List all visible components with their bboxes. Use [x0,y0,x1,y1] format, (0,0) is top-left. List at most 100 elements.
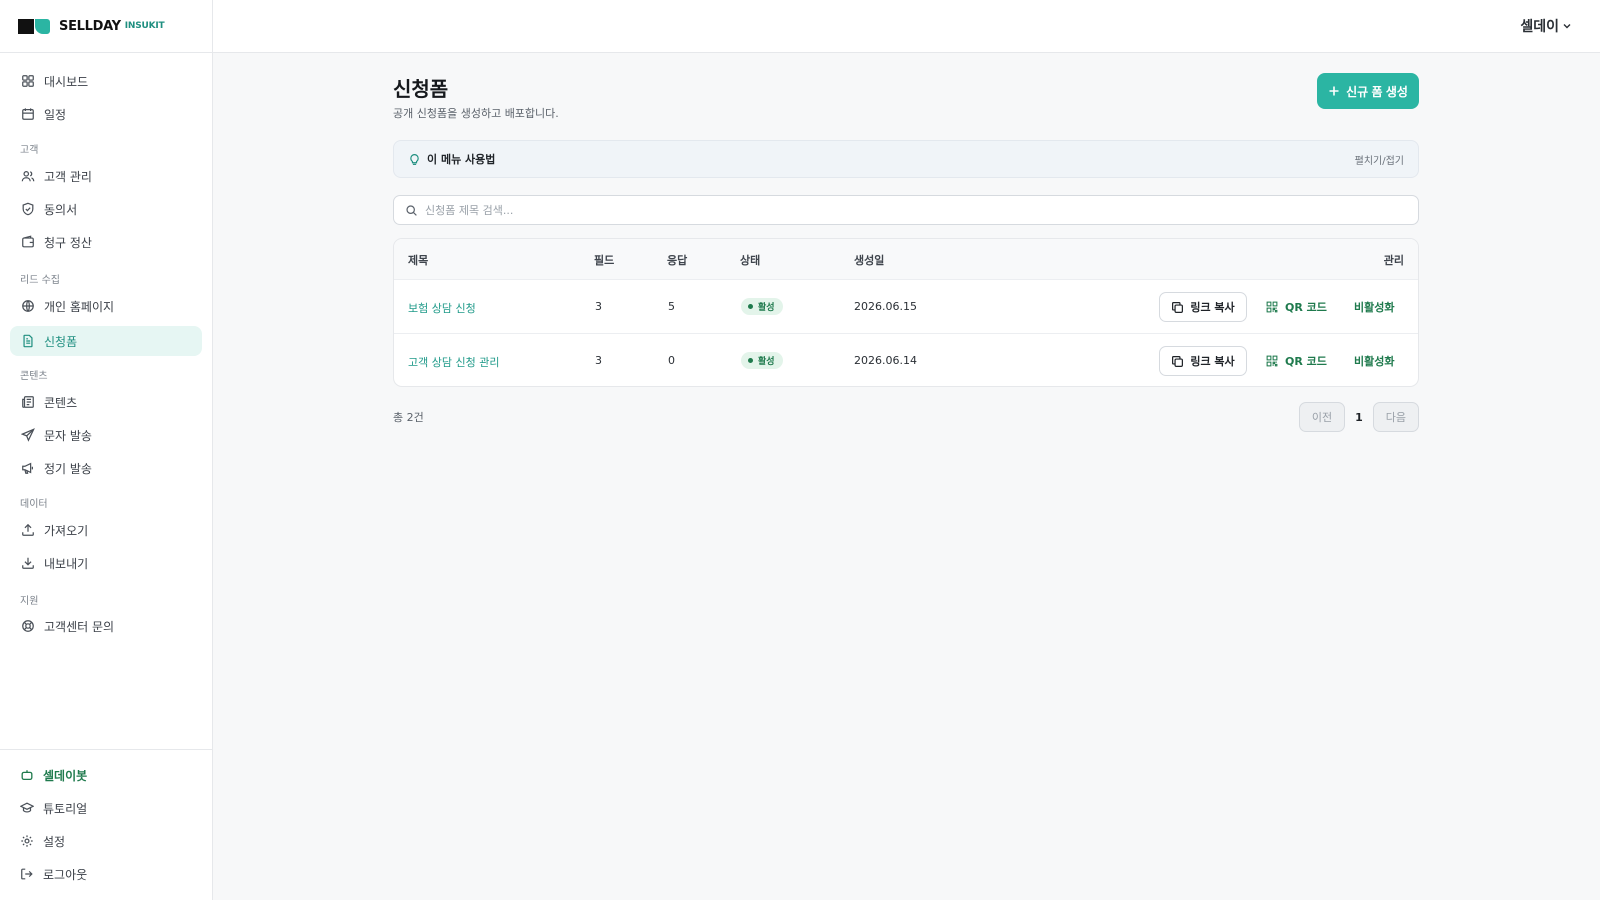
sidebar-item-scheduled-send[interactable]: 정기 발송 [10,453,202,483]
graduation-cap-icon [20,802,34,813]
sidebar-item-homepage[interactable]: 개인 홈페이지 [10,291,202,321]
copy-link-label: 링크 복사 [1190,355,1235,368]
sidebar-item-label: 로그아웃 [43,867,88,882]
qr-code-icon [1266,301,1278,313]
top-bar: 셀데이 [213,0,1600,53]
sidebar-item-label: 대시보드 [44,74,89,89]
sidebar-divider [0,749,212,750]
plus-icon [1329,86,1339,96]
lifebuoy-icon [22,620,34,632]
nav-section-leads: 리드 수집 [20,275,60,286]
qr-code-label: QR 코드 [1285,355,1327,368]
status-badge: 활성 [741,298,783,315]
sidebar-item-logout[interactable]: 로그아웃 [10,859,202,889]
globe-icon [22,300,34,312]
sidebar-item-label: 셀데이봇 [43,768,88,783]
sidebar-item-label: 정기 발송 [44,461,92,476]
sidebar-item-label: 동의서 [44,202,78,217]
logout-icon [21,868,33,880]
help-toggle[interactable]: 펼치기/접기 [1355,152,1404,167]
status-label: 활성 [758,303,775,313]
nav-section-customer: 고객 [20,145,39,156]
upload-icon [22,523,34,536]
prev-page-button[interactable]: 이전 [1298,402,1346,432]
sidebar-item-import[interactable]: 가져오기 [10,515,202,545]
sidebar-item-sms[interactable]: 문자 발송 [10,420,202,450]
user-menu[interactable]: 셀데이 [1520,16,1572,36]
chevron-down-icon [1563,24,1571,29]
bot-icon [21,770,33,781]
field-count: 3 [595,300,602,313]
page-subtitle: 공개 신청폼을 생성하고 배포합니다. [393,107,559,120]
qr-code-button[interactable]: QR 코드 [1266,353,1327,369]
current-page[interactable]: 1 [1355,411,1363,424]
copy-link-label: 링크 복사 [1190,301,1235,314]
create-form-button[interactable]: 신규 폼 생성 [1317,73,1419,109]
next-page-button[interactable]: 다음 [1372,402,1419,432]
sidebar-item-label: 가져오기 [44,523,89,538]
calendar-icon [22,108,34,120]
form-title-link[interactable]: 고객 상담 신청 관리 [408,354,499,370]
sidebar-item-content[interactable]: 콘텐츠 [10,387,202,417]
sidebar-item-label: 일정 [44,107,67,122]
sidebar-item-bot[interactable]: 셀데이봇 [10,760,202,790]
sidebar-item-forms[interactable]: 신청폼 [10,326,202,356]
qr-code-button[interactable]: QR 코드 [1266,299,1327,315]
sidebar-item-billing[interactable]: 청구 정산 [10,227,202,257]
deactivate-button[interactable]: 비활성화 [1354,353,1394,369]
sidebar-item-label: 신청폼 [44,334,78,349]
col-title: 제목 [408,254,429,267]
copy-link-button[interactable]: 링크 복사 [1159,346,1247,376]
sidebar-item-export[interactable]: 내보내기 [10,548,202,578]
megaphone-icon [22,462,33,474]
nav-section-content: 콘텐츠 [20,371,48,382]
total-count: 총 2건 [393,411,424,424]
sidebar-item-schedule[interactable]: 일정 [10,99,202,129]
table-row: 고객 상담 신청 관리 3 0 활성 2026.06.14 링크 복사 QR 코… [394,334,1418,386]
sidebar-item-label: 개인 홈페이지 [44,299,115,314]
table-row: 보험 상담 신청 3 5 활성 2026.06.15 링크 복사 QR 코드 비… [394,280,1418,334]
help-title: 이 메뉴 사용법 [427,153,496,166]
created-date: 2026.06.15 [854,300,917,313]
status-label: 활성 [758,357,775,367]
form-title-link[interactable]: 보험 상담 신청 [408,300,476,316]
help-panel[interactable]: 이 메뉴 사용법 펼치기/접기 [393,140,1419,178]
sidebar-item-label: 튜토리얼 [43,801,88,816]
sidebar-item-label: 설정 [43,834,66,849]
col-fields: 필드 [594,254,615,267]
table-header: 제목 필드 응답 상태 생성일 관리 [394,239,1418,280]
create-form-label: 신규 폼 생성 [1346,84,1408,99]
sidebar-item-customers[interactable]: 고객 관리 [10,161,202,191]
sidebar-item-label: 청구 정산 [44,235,92,250]
users-icon [21,171,35,182]
sidebar-item-label: 고객 관리 [44,169,92,184]
page-title: 신청폼 [393,77,449,101]
sidebar-item-tutorial[interactable]: 튜토리얼 [10,793,202,823]
sidebar-item-consent[interactable]: 동의서 [10,194,202,224]
brand-name: SELLDAY [59,18,121,34]
send-icon [21,428,35,442]
nav-section-data: 데이터 [20,499,48,510]
sidebar-item-dashboard[interactable]: 대시보드 [10,66,202,96]
copy-link-button[interactable]: 링크 복사 [1159,292,1247,322]
sidebar-item-label: 문자 발송 [44,428,92,443]
qr-code-label: QR 코드 [1285,301,1327,314]
gear-icon [21,835,33,847]
copy-icon [1172,355,1184,367]
logo-mark-icon [18,18,50,34]
search-input[interactable] [425,203,1385,217]
sidebar-item-label: 내보내기 [44,556,89,571]
status-badge: 활성 [741,352,783,369]
sidebar-item-support[interactable]: 고객센터 문의 [10,611,202,641]
col-manage: 관리 [1383,254,1404,267]
sidebar-item-settings[interactable]: 설정 [10,826,202,856]
sidebar-item-label: 고객센터 문의 [44,619,115,634]
brand-logo[interactable]: SELLDAY INSUKIT [0,0,212,53]
deactivate-button[interactable]: 비활성화 [1354,299,1394,315]
form-icon [23,334,33,348]
sidebar-item-label: 콘텐츠 [44,395,78,410]
user-name: 셀데이 [1520,19,1559,35]
brand-sub: INSUKIT [124,21,165,31]
search-icon [406,204,417,216]
field-count: 3 [595,354,602,367]
